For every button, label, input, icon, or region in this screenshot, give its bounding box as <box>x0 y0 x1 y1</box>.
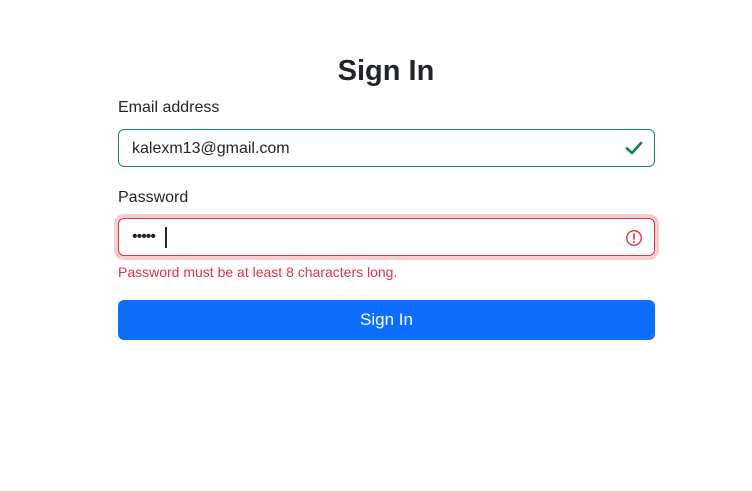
page-title: Sign In <box>337 55 435 87</box>
sign-in-button[interactable]: Sign In <box>118 300 655 340</box>
check-icon <box>625 141 643 155</box>
password-field[interactable]: ••••• <box>118 218 655 256</box>
password-error-message: Password must be at least 8 characters l… <box>118 264 398 280</box>
email-value: kalexm13@gmail.com <box>132 140 290 157</box>
password-label: Password <box>118 189 189 206</box>
password-masked-value: ••••• <box>132 228 156 245</box>
error-circle-icon <box>625 229 643 247</box>
email-field[interactable]: kalexm13@gmail.com <box>118 129 655 167</box>
email-label: Email address <box>118 99 220 116</box>
text-caret <box>165 227 167 248</box>
